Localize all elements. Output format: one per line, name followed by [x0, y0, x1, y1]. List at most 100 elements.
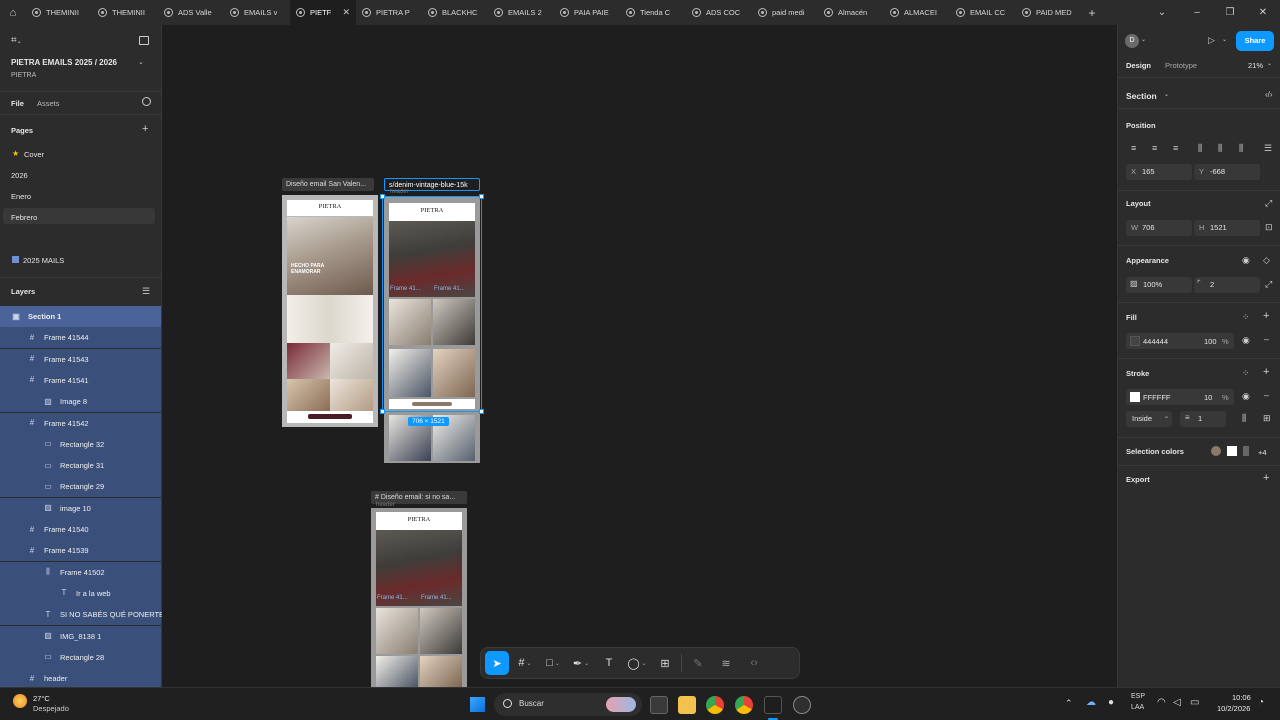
- styles-icon[interactable]: ⁘: [1242, 312, 1250, 323]
- resize-handle[interactable]: [380, 194, 385, 199]
- collapse-layers-icon[interactable]: ☰: [142, 286, 150, 297]
- selection-colors-more[interactable]: +4: [1258, 448, 1267, 457]
- color-swatch[interactable]: [1227, 446, 1237, 456]
- layer-item[interactable]: ▨ IMG_8138 1: [0, 625, 161, 647]
- opacity-value[interactable]: 100%: [1143, 280, 1162, 289]
- language-code[interactable]: ESP: [1131, 693, 1145, 700]
- color-swatch[interactable]: [1211, 446, 1221, 456]
- search-icon[interactable]: [142, 97, 151, 106]
- tab-item[interactable]: THEMINII: [26, 0, 92, 25]
- resize-handle[interactable]: [479, 409, 484, 414]
- app-icon[interactable]: [793, 696, 811, 714]
- text-tool-icon[interactable]: T: [597, 651, 621, 675]
- eye-icon[interactable]: ◉: [1242, 335, 1250, 346]
- add-stroke-icon[interactable]: +: [1263, 366, 1269, 378]
- task-view-icon[interactable]: [650, 696, 668, 714]
- toggle-sidebar-icon[interactable]: [139, 36, 149, 45]
- tab-assets[interactable]: Assets: [37, 99, 60, 108]
- y-value[interactable]: -668: [1210, 167, 1225, 176]
- layer-item[interactable]: T Ir a la web: [0, 582, 161, 604]
- avatar[interactable]: D: [1125, 34, 1139, 48]
- stroke-hex[interactable]: FFFFFF: [1143, 393, 1171, 402]
- align-center-h-icon[interactable]: ≡: [1152, 143, 1157, 153]
- tab-item[interactable]: PAID MED: [1016, 0, 1082, 25]
- layer-item[interactable]: ▣ Section 1: [0, 306, 161, 327]
- maximize-button[interactable]: ❐: [1213, 0, 1247, 25]
- layer-item[interactable]: T SI NO SABÉS QUÉ PONERTE: [0, 604, 164, 626]
- tab-prototype[interactable]: Prototype: [1165, 61, 1197, 70]
- wifi-icon[interactable]: ◠: [1157, 697, 1166, 708]
- chrome-profile-icon[interactable]: [735, 696, 753, 714]
- align-bottom-icon[interactable]: ⫼: [1239, 143, 1243, 154]
- file-explorer-icon[interactable]: [678, 696, 696, 714]
- stroke-align[interactable]: Inside: [1132, 414, 1152, 423]
- present-icon[interactable]: ▷: [1208, 35, 1215, 46]
- home-icon[interactable]: ⌂: [0, 0, 26, 25]
- chevron-down-icon[interactable]: ⌄: [1222, 36, 1227, 43]
- frame-label[interactable]: Diseño email San Valen...: [282, 178, 374, 191]
- remove-fill-icon[interactable]: –: [1264, 334, 1269, 344]
- stroke-weight[interactable]: 1: [1198, 414, 1202, 423]
- chrome-icon[interactable]: [706, 696, 724, 714]
- w-value[interactable]: 706: [1142, 223, 1155, 232]
- add-export-icon[interactable]: +: [1263, 472, 1269, 484]
- distribute-icon[interactable]: ☰: [1264, 143, 1272, 154]
- battery-icon[interactable]: ▭: [1190, 697, 1199, 708]
- tab-design[interactable]: Design: [1126, 61, 1151, 70]
- notifications-icon[interactable]: ◔: [1258, 697, 1264, 708]
- expand-icon[interactable]: ⤢: [1265, 279, 1272, 290]
- share-button[interactable]: Share: [1236, 31, 1274, 51]
- resize-handle[interactable]: [479, 194, 484, 199]
- align-top-icon[interactable]: ⫼: [1198, 143, 1202, 154]
- eye-icon[interactable]: ◉: [1242, 255, 1250, 266]
- layer-item[interactable]: # Frame 41544: [0, 327, 161, 349]
- pen-tool-icon[interactable]: ✒ ⌄: [569, 651, 593, 675]
- chevron-down-icon[interactable]: ⌄: [1141, 36, 1146, 43]
- align-left-icon[interactable]: ≡: [1131, 143, 1136, 153]
- tab-item[interactable]: EMAIL CC: [950, 0, 1016, 25]
- figma-icon[interactable]: [764, 696, 782, 714]
- h-value[interactable]: 1521: [1210, 223, 1227, 232]
- main-menu-icon[interactable]: ⌗⌄: [11, 35, 22, 46]
- canvas[interactable]: Diseño email San Valen... PIETRA HECHO P…: [162, 25, 1259, 687]
- chevron-down-icon[interactable]: ⌄: [1164, 91, 1169, 98]
- align-right-icon[interactable]: ≡: [1173, 143, 1178, 153]
- tab-item[interactable]: ADS Valle: [158, 0, 224, 25]
- layer-item[interactable]: # Frame 41539: [0, 540, 161, 562]
- temperature[interactable]: 27°C: [33, 694, 50, 703]
- layer-item[interactable]: # header: [0, 668, 161, 690]
- comment-tool-icon[interactable]: ◯ ⌄: [625, 651, 649, 675]
- dev-mode-icon[interactable]: ‹›: [742, 651, 766, 675]
- blend-icon[interactable]: ◇: [1263, 255, 1270, 266]
- tab-item[interactable]: EMAILS v: [224, 0, 290, 25]
- add-page-icon[interactable]: +: [142, 123, 148, 135]
- layer-item[interactable]: ▨ Image 8: [0, 391, 161, 413]
- tab-item[interactable]: ALMACEI: [884, 0, 950, 25]
- fill-hex[interactable]: 444444: [1143, 337, 1168, 346]
- add-fill-icon[interactable]: +: [1263, 310, 1269, 322]
- tab-item[interactable]: Almacén: [818, 0, 884, 25]
- file-title[interactable]: PIETRA EMAILS 2025 / 2026: [11, 58, 117, 67]
- email-frame-san-valentin[interactable]: PIETRA HECHO PARA ENAMORAR: [282, 195, 378, 427]
- volume-icon[interactable]: ◁: [1173, 697, 1181, 708]
- stroke-swatch[interactable]: [1130, 392, 1140, 402]
- email-frame-si-no-sabes[interactable]: PIETRA Frame 41... Frame 41...: [371, 508, 467, 687]
- fill-swatch[interactable]: [1130, 336, 1140, 346]
- chevron-down-icon[interactable]: ⌄: [1164, 413, 1169, 420]
- stroke-settings-icon[interactable]: ⫼: [1242, 413, 1246, 424]
- clock-time[interactable]: 10:06: [1232, 693, 1251, 702]
- tab-item[interactable]: ADS COC: [686, 0, 752, 25]
- layer-item[interactable]: ▭ Rectangle 28: [0, 646, 161, 668]
- selection-box[interactable]: [382, 196, 482, 412]
- fill-opacity[interactable]: 100: [1204, 337, 1217, 346]
- minimize-button[interactable]: –: [1180, 0, 1214, 25]
- tab-item[interactable]: EMAILS 2: [488, 0, 554, 25]
- section-title[interactable]: Section: [1126, 91, 1157, 101]
- tab-item[interactable]: PIETRA P: [356, 0, 422, 25]
- project-name[interactable]: PIETRA: [11, 72, 36, 79]
- chevron-down-icon[interactable]: ⌄: [138, 58, 144, 66]
- layer-item[interactable]: # Frame 41540: [0, 519, 161, 540]
- tab-item[interactable]: paid medi: [752, 0, 818, 25]
- design-mode-icon[interactable]: ≋: [714, 651, 738, 675]
- chevron-down-icon[interactable]: ⌄: [1145, 0, 1179, 25]
